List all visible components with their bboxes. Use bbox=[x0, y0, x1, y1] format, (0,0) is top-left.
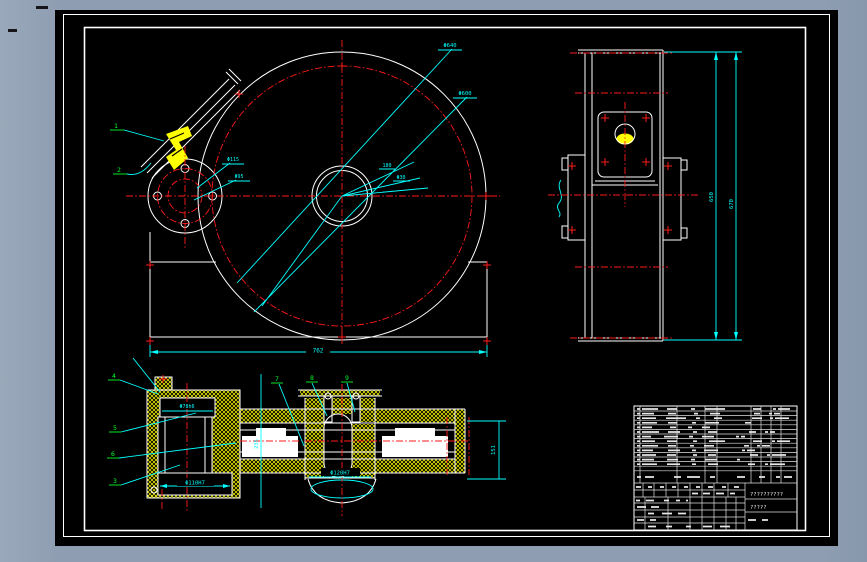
dim-flange-inner: Φ95 bbox=[234, 174, 243, 180]
side-view: 650 670 bbox=[548, 49, 742, 342]
dim-slot: Φ120H7 bbox=[330, 471, 350, 477]
sheet-border bbox=[63, 14, 830, 537]
selected-clamp-part[interactable] bbox=[166, 126, 192, 170]
leader-2: 2 bbox=[117, 166, 121, 174]
dim-height-inner: 650 bbox=[709, 192, 715, 202]
dim-height-outer: 670 bbox=[729, 199, 735, 209]
side-view-target-marks bbox=[568, 114, 672, 234]
title-note-2: ????? bbox=[750, 505, 767, 511]
dim-end-length: 151 bbox=[491, 445, 497, 455]
leader-6: 6 bbox=[111, 450, 115, 458]
dim-small-bore: Φ30 bbox=[396, 175, 405, 181]
front-view: Φ640 Φ600 180 Φ30 Φ115 Φ95 762 1 2 bbox=[110, 40, 500, 357]
dim-bore-top: Φ78h6 bbox=[179, 404, 194, 410]
title-grid bbox=[634, 483, 797, 530]
leader-5: 5 bbox=[113, 424, 117, 432]
front-view-leaders: 1 2 bbox=[110, 122, 165, 175]
leader-9: 9 bbox=[345, 374, 349, 382]
dim-drum-outer: Φ640 bbox=[443, 43, 456, 49]
front-view-base-outline bbox=[149, 232, 488, 338]
side-view-centerlines bbox=[548, 52, 700, 339]
side-view-dimensions: 650 670 bbox=[664, 51, 742, 341]
leader-1: 1 bbox=[114, 122, 118, 130]
title-block: ?????????? ????? bbox=[633, 405, 798, 531]
cad-application-window: Φ640 Φ600 180 Φ30 Φ115 Φ95 762 1 2 650 6… bbox=[0, 0, 867, 562]
dim-section-height: 235 bbox=[254, 439, 260, 449]
leader-3: 3 bbox=[113, 477, 117, 485]
dim-flange-outer: Φ115 bbox=[227, 157, 239, 163]
dim-drum-inner: Φ600 bbox=[458, 91, 471, 97]
leader-8: 8 bbox=[310, 374, 314, 382]
title-note-1: ?????????? bbox=[750, 492, 783, 498]
dim-length: 180 bbox=[382, 163, 391, 169]
leader-7: 7 bbox=[275, 375, 279, 383]
mounting-plate bbox=[592, 111, 658, 186]
break-line bbox=[557, 179, 562, 218]
leader-4: 4 bbox=[112, 372, 116, 380]
section-view: Φ78h6 Φ110H7 Φ120H7 235 151 4 5 6 3 7 8 … bbox=[107, 357, 506, 516]
cad-drawing: Φ640 Φ600 180 Φ30 Φ115 Φ95 762 1 2 650 6… bbox=[63, 14, 830, 537]
side-view-outline bbox=[561, 49, 688, 342]
dim-bore-bottom: Φ110H7 bbox=[185, 481, 205, 487]
dim-base-width: 762 bbox=[313, 348, 324, 355]
